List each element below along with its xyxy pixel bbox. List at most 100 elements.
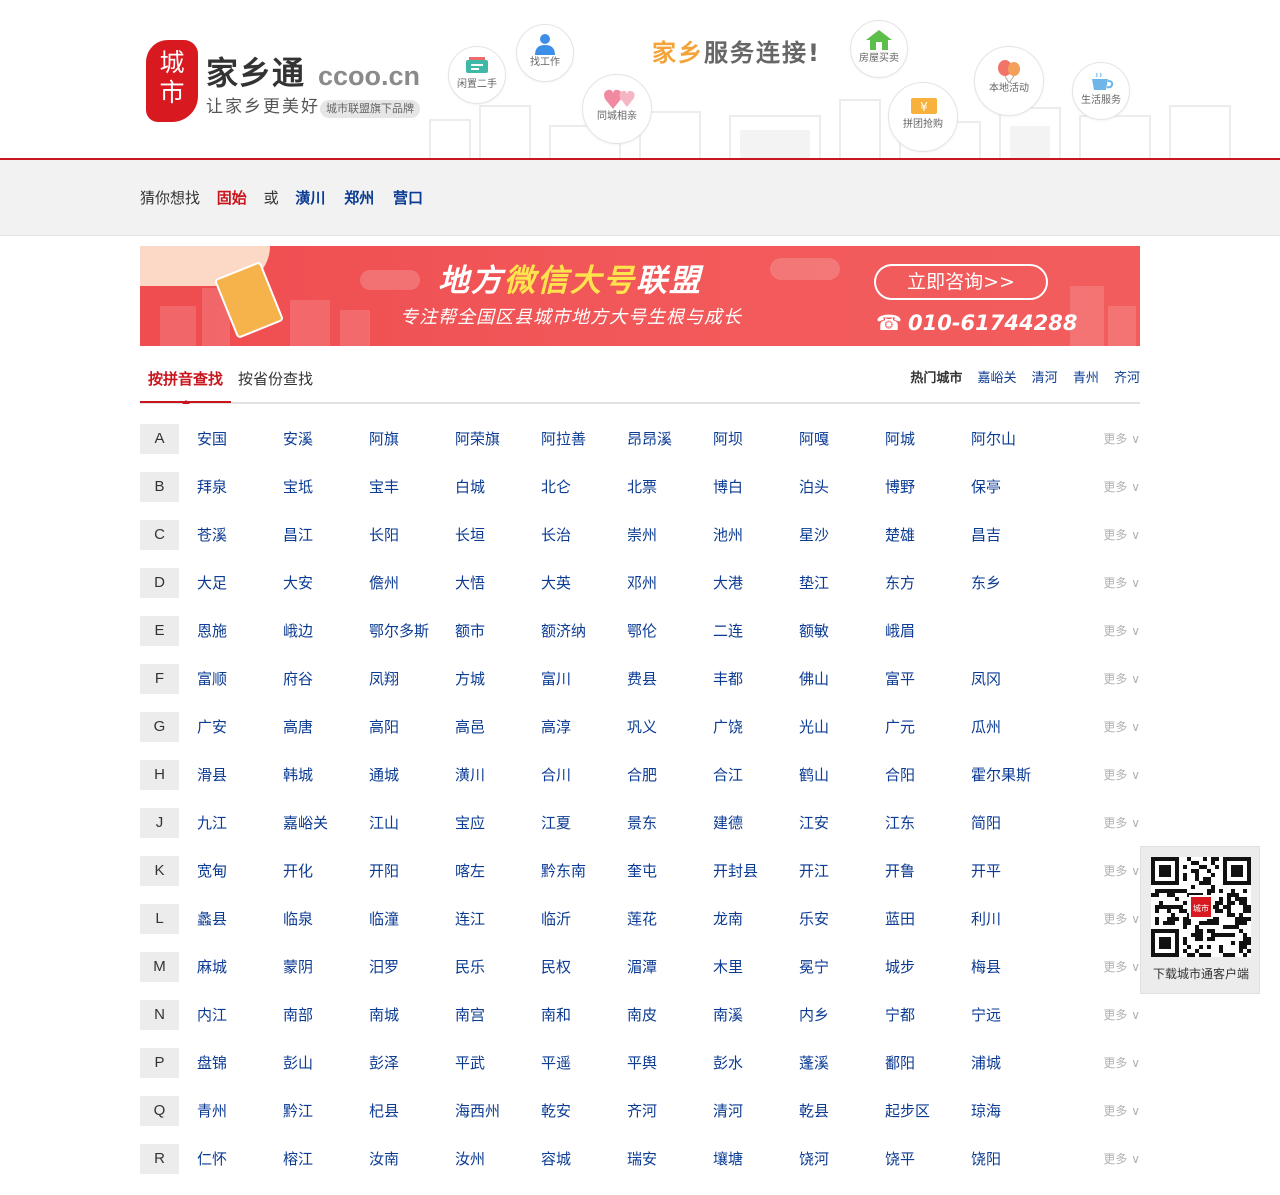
city-link[interactable]: 嘉峪关 <box>283 813 328 833</box>
city-link[interactable]: 青州 <box>197 1101 227 1121</box>
city-link[interactable]: 琼海 <box>971 1101 1001 1121</box>
service-bubble-dating[interactable]: 同城相亲 <box>582 74 652 144</box>
city-link[interactable]: 宁远 <box>971 1005 1001 1025</box>
guess-main-city-link[interactable]: 固始 <box>217 189 247 207</box>
city-link[interactable]: 开鲁 <box>885 861 915 881</box>
more-cities-link[interactable]: 更多 ∨ <box>1103 575 1140 591</box>
city-link[interactable]: 南部 <box>283 1005 313 1025</box>
city-link[interactable]: 江东 <box>885 813 915 833</box>
city-link[interactable]: 池州 <box>713 525 743 545</box>
guess-alt-city-link[interactable]: 营口 <box>393 189 423 207</box>
city-link[interactable]: 星沙 <box>799 525 829 545</box>
city-link[interactable]: 府谷 <box>283 669 313 689</box>
city-link[interactable]: 容城 <box>541 1149 571 1169</box>
city-link[interactable]: 浦城 <box>971 1053 1001 1073</box>
city-link[interactable]: 长阳 <box>369 525 399 545</box>
city-link[interactable]: 仁怀 <box>197 1149 227 1169</box>
city-link[interactable]: 莲花 <box>627 909 657 929</box>
city-link[interactable]: 额济纳 <box>541 621 586 641</box>
city-link[interactable]: 杞县 <box>369 1101 399 1121</box>
city-link[interactable]: 阿尔山 <box>971 429 1016 449</box>
city-link[interactable]: 阿嘎 <box>799 429 829 449</box>
city-link[interactable]: 合肥 <box>627 765 657 785</box>
city-link[interactable]: 保亭 <box>971 477 1001 497</box>
city-link[interactable]: 壤塘 <box>713 1149 743 1169</box>
city-link[interactable]: 城步 <box>885 957 915 977</box>
more-cities-link[interactable]: 更多 ∨ <box>1103 623 1140 639</box>
city-link[interactable]: 阿旗 <box>369 429 399 449</box>
city-link[interactable]: 富顺 <box>197 669 227 689</box>
city-link[interactable]: 二连 <box>713 621 743 641</box>
city-link[interactable]: 儋州 <box>369 573 399 593</box>
service-bubble-events[interactable]: 本地活动 <box>974 46 1044 116</box>
more-cities-link[interactable]: 更多 ∨ <box>1103 959 1140 975</box>
more-cities-link[interactable]: 更多 ∨ <box>1103 1055 1140 1071</box>
city-link[interactable]: 开江 <box>799 861 829 881</box>
city-link[interactable]: 北仑 <box>541 477 571 497</box>
city-link[interactable]: 内乡 <box>799 1005 829 1025</box>
city-link[interactable]: 崇州 <box>627 525 657 545</box>
city-link[interactable]: 汝南 <box>369 1149 399 1169</box>
city-link[interactable]: 民乐 <box>455 957 485 977</box>
city-link[interactable]: 霍尔果斯 <box>971 765 1031 785</box>
city-link[interactable]: 清河 <box>713 1101 743 1121</box>
city-link[interactable]: 龙南 <box>713 909 743 929</box>
city-link[interactable]: 高淳 <box>541 717 571 737</box>
city-link[interactable]: 开阳 <box>369 861 399 881</box>
city-link[interactable]: 开平 <box>971 861 1001 881</box>
city-link[interactable]: 乾安 <box>541 1101 571 1121</box>
city-link[interactable]: 凤翔 <box>369 669 399 689</box>
city-link[interactable]: 临泉 <box>283 909 313 929</box>
city-link[interactable]: 宝丰 <box>369 477 399 497</box>
city-link[interactable]: 民权 <box>541 957 571 977</box>
more-cities-link[interactable]: 更多 ∨ <box>1103 479 1140 495</box>
city-link[interactable]: 拜泉 <box>197 477 227 497</box>
city-link[interactable]: 广饶 <box>713 717 743 737</box>
city-link[interactable]: 江山 <box>369 813 399 833</box>
city-link[interactable]: 合江 <box>713 765 743 785</box>
city-link[interactable]: 楚雄 <box>885 525 915 545</box>
city-link[interactable]: 简阳 <box>971 813 1001 833</box>
city-link[interactable]: 梅县 <box>971 957 1001 977</box>
city-link[interactable]: 蒙阴 <box>283 957 313 977</box>
city-link[interactable]: 峨眉 <box>885 621 915 641</box>
city-link[interactable]: 南城 <box>369 1005 399 1025</box>
hot-city-link[interactable]: 清河 <box>1032 371 1058 386</box>
city-link[interactable]: 大英 <box>541 573 571 593</box>
city-link[interactable]: 长治 <box>541 525 571 545</box>
city-link[interactable]: 连江 <box>455 909 485 929</box>
city-link[interactable]: 南宫 <box>455 1005 485 1025</box>
city-link[interactable]: 乾县 <box>799 1101 829 1121</box>
city-link[interactable]: 合川 <box>541 765 571 785</box>
more-cities-link[interactable]: 更多 ∨ <box>1103 431 1140 447</box>
city-link[interactable]: 鹤山 <box>799 765 829 785</box>
more-cities-link[interactable]: 更多 ∨ <box>1103 1007 1140 1023</box>
city-link[interactable]: 鄂尔多斯 <box>369 621 429 641</box>
city-link[interactable]: 彭水 <box>713 1053 743 1073</box>
service-bubble-life[interactable]: 生活服务 <box>1072 62 1130 120</box>
city-link[interactable]: 富平 <box>885 669 915 689</box>
city-link[interactable]: 阿荣旗 <box>455 429 500 449</box>
city-link[interactable]: 额市 <box>455 621 485 641</box>
city-link[interactable]: 开化 <box>283 861 313 881</box>
city-link[interactable]: 广元 <box>885 717 915 737</box>
city-link[interactable]: 盘锦 <box>197 1053 227 1073</box>
city-link[interactable]: 建德 <box>713 813 743 833</box>
city-link[interactable]: 滑县 <box>197 765 227 785</box>
city-link[interactable]: 费县 <box>627 669 657 689</box>
more-cities-link[interactable]: 更多 ∨ <box>1103 1103 1140 1119</box>
city-link[interactable]: 长垣 <box>455 525 485 545</box>
brand-name[interactable]: 家乡通 <box>206 54 305 92</box>
city-link[interactable]: 冕宁 <box>799 957 829 977</box>
guess-alt-city-link[interactable]: 潢川 <box>295 189 325 207</box>
city-link[interactable]: 阿城 <box>885 429 915 449</box>
city-link[interactable]: 泊头 <box>799 477 829 497</box>
city-link[interactable]: 富川 <box>541 669 571 689</box>
city-link[interactable]: 昌吉 <box>971 525 1001 545</box>
city-link[interactable]: 景东 <box>627 813 657 833</box>
city-link[interactable]: 饶河 <box>799 1149 829 1169</box>
service-bubble-jobs[interactable]: 找工作 <box>516 24 574 82</box>
city-link[interactable]: 大港 <box>713 573 743 593</box>
city-link[interactable]: 北票 <box>627 477 657 497</box>
city-link[interactable]: 苍溪 <box>197 525 227 545</box>
